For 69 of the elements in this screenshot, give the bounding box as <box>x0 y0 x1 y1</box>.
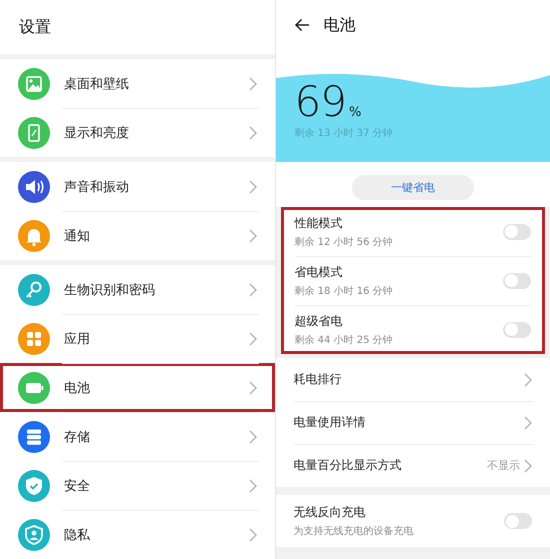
bell-icon <box>18 220 50 252</box>
settings-item[interactable]: 安全 <box>0 461 274 510</box>
apps-icon <box>18 322 50 354</box>
mode-subtitle: 剩余 12 小时 56 分钟 <box>294 236 394 248</box>
percent-sign: % <box>348 105 362 120</box>
item-label: 应用 <box>64 330 91 348</box>
item-label: 电量使用详情 <box>294 414 366 431</box>
image-icon <box>18 68 50 100</box>
settings-item[interactable]: 通知 <box>0 211 274 260</box>
mode-title: 超级省电 <box>294 312 344 330</box>
storage-icon <box>18 420 50 452</box>
privacy-icon <box>18 518 50 550</box>
chevron-icon <box>248 76 256 90</box>
settings-item[interactable]: 生物识别和密码 <box>0 265 274 314</box>
mode-subtitle: 为支持无线充电的设备充电 <box>294 524 414 538</box>
mode-title: 省电模式 <box>294 264 344 280</box>
back-icon[interactable] <box>294 18 310 32</box>
chevron-icon <box>524 372 532 386</box>
sound-icon <box>18 170 50 202</box>
item-label: 声音和振动 <box>64 178 130 196</box>
item-label: 通知 <box>64 228 91 244</box>
mode-title: 无线反向充电 <box>294 504 366 521</box>
settings-item[interactable]: 电池 <box>0 363 274 412</box>
item-label: 生物识别和密码 <box>64 282 156 298</box>
mode-title: 性能模式 <box>294 214 344 232</box>
item-label: 耗电排行 <box>294 371 342 388</box>
item-label: 隐私 <box>64 526 91 544</box>
chevron-icon <box>524 416 532 430</box>
toggle-switch[interactable] <box>503 272 531 288</box>
chevron-icon <box>248 126 256 140</box>
battery-percent: 69 <box>294 80 346 124</box>
mode-subtitle: 剩余 44 小时 25 分钟 <box>294 334 394 346</box>
chevron-icon <box>248 478 256 492</box>
chevron-icon <box>248 528 256 542</box>
settings-item[interactable]: 电量百分比显示方式 不显示 <box>276 444 550 487</box>
page-title: 设置 <box>19 16 51 38</box>
item-label: 显示和亮度 <box>64 124 130 142</box>
battery-icon <box>18 372 50 404</box>
item-value: 不显示 <box>487 458 520 473</box>
settings-item[interactable]: 电量使用详情 <box>276 401 550 444</box>
key-icon <box>18 274 50 306</box>
chevron-icon <box>524 458 532 472</box>
display-icon <box>18 116 50 148</box>
settings-item[interactable]: 耗电排行 <box>276 358 550 401</box>
settings-item[interactable]: 隐私 <box>0 510 274 559</box>
item-label: 电量百分比显示方式 <box>294 457 402 474</box>
settings-item[interactable]: 存储 <box>0 412 274 461</box>
chevron-icon <box>248 180 256 194</box>
item-label: 电池 <box>64 380 91 396</box>
item-label: 安全 <box>64 478 91 494</box>
power-save-button[interactable]: 一键省电 <box>352 175 474 200</box>
shield-icon <box>18 470 50 502</box>
settings-item[interactable]: 桌面和壁纸 <box>0 59 274 108</box>
item-label: 桌面和壁纸 <box>64 76 130 92</box>
settings-item[interactable]: 显示和亮度 <box>0 108 274 157</box>
settings-item[interactable]: 声音和振动 <box>0 162 274 211</box>
toggle-switch[interactable] <box>503 224 531 240</box>
settings-item[interactable]: 应用 <box>0 314 274 363</box>
chevron-icon <box>248 430 256 444</box>
page-title: 电池 <box>324 14 356 36</box>
mode-subtitle: 剩余 18 小时 16 分钟 <box>294 284 394 298</box>
item-label: 存储 <box>64 428 91 446</box>
chevron-icon <box>248 228 256 242</box>
chevron-icon <box>248 332 256 346</box>
toggle-switch[interactable] <box>504 513 532 529</box>
toggle-switch[interactable] <box>503 322 531 338</box>
remaining-time: 剩余 13 小时 37 分钟 <box>294 126 393 140</box>
chevron-icon <box>248 380 256 394</box>
chevron-icon <box>248 282 256 296</box>
